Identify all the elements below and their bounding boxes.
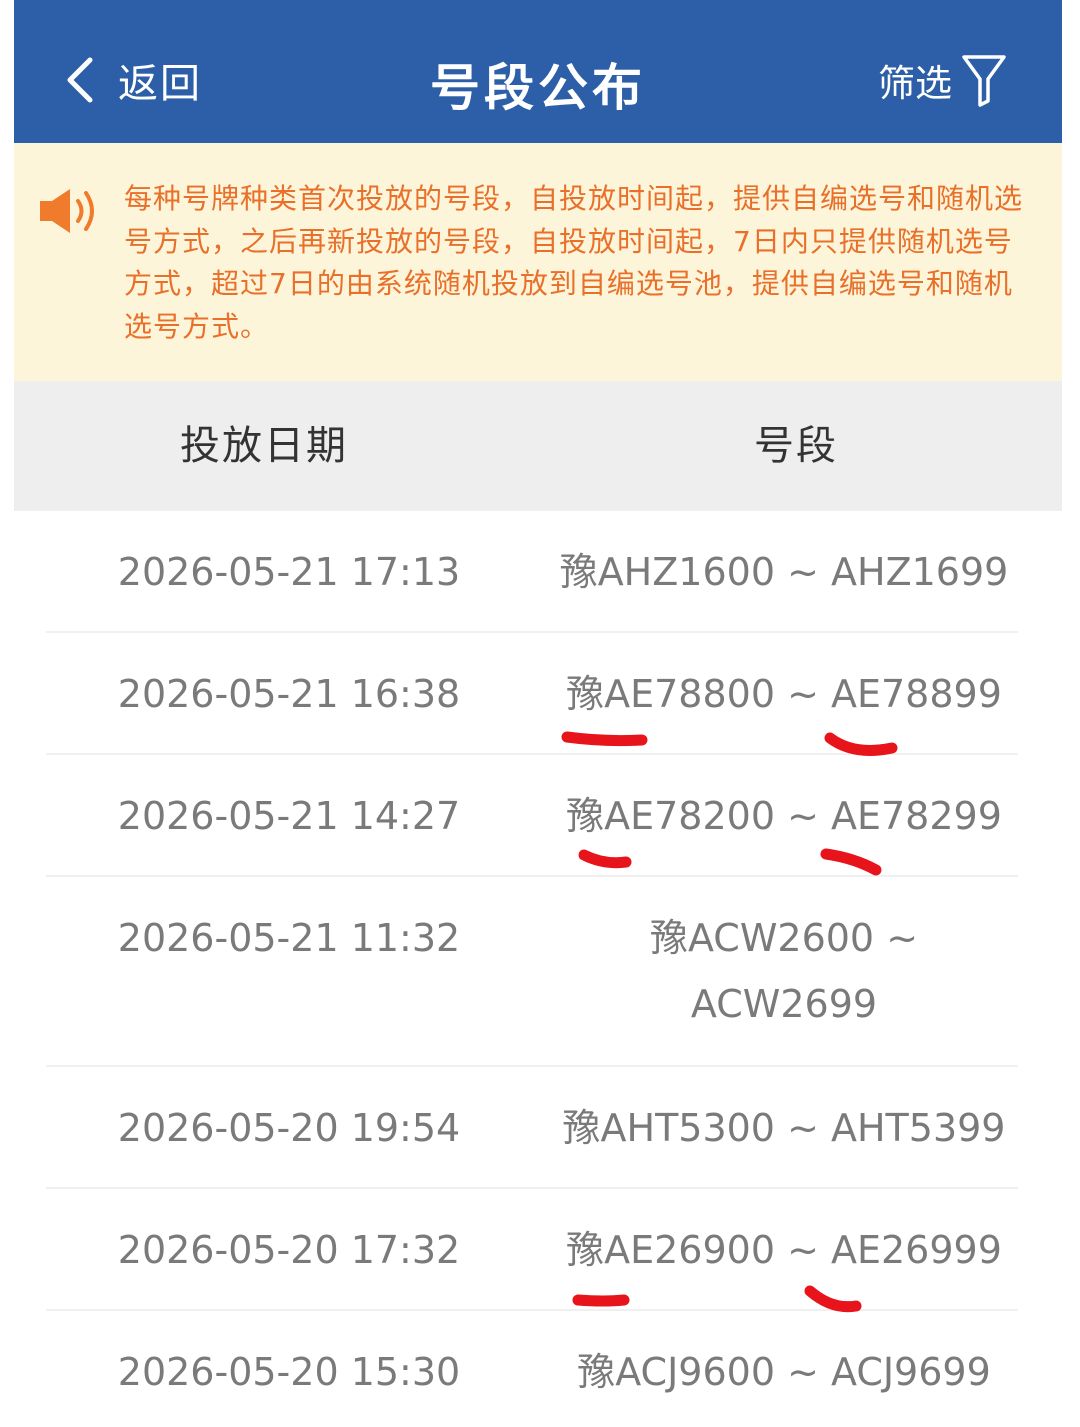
release-date: 2026-05-20 17:32 [117,1228,461,1272]
segment-range: 豫AE26900 ~ AE26999 [566,1228,1002,1272]
notice-banner: 每种号牌种类首次投放的号段，自投放时间起，提供自编选号和随机选号方式，之后再新投… [14,143,1062,381]
segment-range: 豫AE78200 ~ AE78299 [566,794,1002,838]
table-row[interactable]: 2026-05-20 19:54 豫AHT5300 ~ AHT5399 [14,1067,1062,1189]
table-row[interactable]: 2026-05-20 17:32 豫AE26900 ~ AE26999 [14,1189,1062,1311]
table-row[interactable]: 2026-05-21 16:38 豫AE78800 ~ AE78899 [14,633,1062,755]
segment-range: 豫ACJ9600 ~ ACJ9699 [577,1350,991,1394]
table-row[interactable]: 2026-05-20 15:30 豫ACJ9600 ~ ACJ9699 [14,1311,1062,1427]
speaker-icon [40,189,94,233]
release-date: 2026-05-20 19:54 [117,1106,461,1150]
release-date: 2026-05-20 15:30 [117,1350,461,1394]
notice-text: 每种号牌种类首次投放的号段，自投放时间起，提供自编选号和随机选号方式，之后再新投… [124,182,1024,343]
column-header-date: 投放日期 [180,423,348,469]
table-row[interactable]: 2026-05-21 14:27 豫AE78200 ~ AE78299 [14,755,1062,877]
release-date: 2026-05-21 14:27 [117,794,461,838]
segment-range-continued: ACW2699 [690,982,878,1026]
segment-range: 豫AHT5300 ~ AHT5399 [562,1106,1006,1150]
funnel-icon [962,55,1006,107]
release-date: 2026-05-21 11:32 [117,916,461,960]
release-date: 2026-05-21 17:13 [117,550,461,594]
nav-bar: 返回 号段公布 筛选 [14,0,1062,143]
segment-range: 豫AE78800 ~ AE78899 [566,672,1002,716]
app-screen: 返回 号段公布 筛选 每种号牌种类首次投放的号段，自投放时间起，提供自编选号和随… [14,0,1062,1427]
filter-label: 筛选 [878,62,952,105]
column-header-segment: 号段 [754,423,838,469]
table-row[interactable]: 2026-05-21 17:13 豫AHZ1600 ~ AHZ1699 [14,511,1062,633]
segment-range: 豫ACW2600 ~ [649,916,919,960]
release-date: 2026-05-21 16:38 [117,672,461,716]
segment-range: 豫AHZ1600 ~ AHZ1699 [559,550,1009,594]
table-header: 投放日期 号段 [14,381,1062,511]
filter-button[interactable]: 筛选 [878,50,1008,110]
table-row[interactable]: 2026-05-21 11:32 豫ACW2600 ~ ACW2699 [14,877,1062,1067]
